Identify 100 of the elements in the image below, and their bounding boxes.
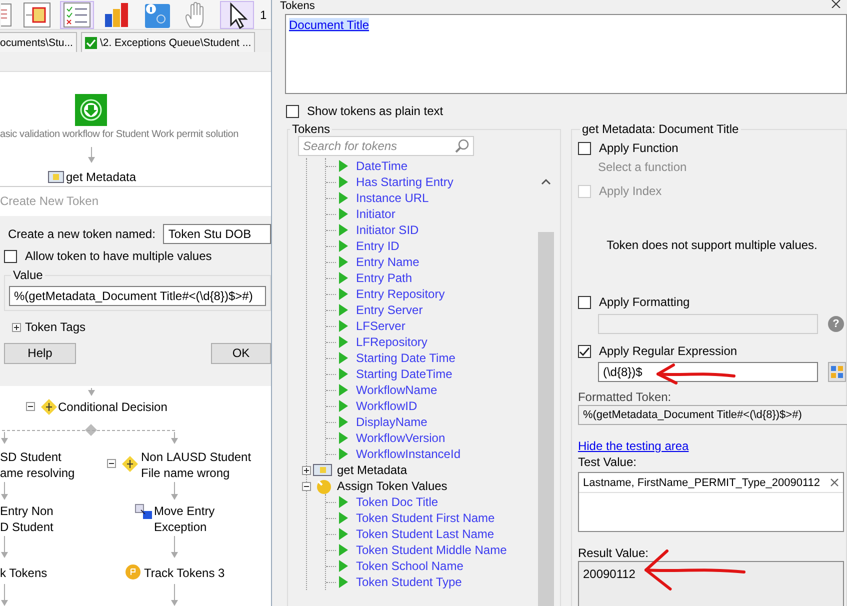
tree-item[interactable]: Token Doc Title (356, 494, 438, 510)
connector-arrow (171, 482, 178, 500)
connector-arrow (1, 482, 8, 500)
tree-item[interactable]: Token Student Last Name (356, 526, 494, 542)
checkbox[interactable] (286, 104, 299, 118)
token-link[interactable]: Document Title (289, 18, 370, 32)
input-field[interactable]: %(getMetadata_Document Title#<(\d{8})$>#) (9, 286, 266, 306)
tree-item[interactable]: Token Student First Name (356, 510, 495, 526)
tree-item[interactable]: Token Student Type (356, 574, 462, 590)
search-icon[interactable] (455, 139, 469, 153)
group-legend: Value (11, 268, 45, 282)
connector-arrow (1, 432, 8, 444)
checkbox[interactable] (578, 344, 591, 358)
tree-item[interactable]: Initiator SID (356, 222, 419, 238)
tree-item[interactable]: Starting DateTime (356, 366, 452, 382)
field-label: Result Value: (578, 545, 650, 561)
search-field[interactable]: Search for tokens (298, 136, 474, 156)
tree-item[interactable]: LFRepository (356, 334, 428, 350)
tree-item[interactable]: Entry Name (356, 254, 420, 270)
ok-button[interactable]: OK (211, 343, 271, 364)
help-button[interactable]: Help (4, 343, 76, 364)
input-field[interactable]: %(getMetadata_Document Title#<(\d{8})$>#) (578, 405, 847, 425)
checkbox-label: Show tokens as plain text (307, 103, 444, 119)
result-field: 20090112 (578, 561, 844, 606)
tree-item[interactable]: Token School Name (356, 558, 464, 574)
play-icon (338, 240, 348, 252)
hint-text: Select a function (598, 159, 688, 175)
tree-item[interactable]: Entry Path (356, 270, 412, 286)
diamond-icon (122, 456, 138, 472)
checkbox-label: Apply Function (598, 140, 678, 156)
tree-item[interactable]: Has Starting Entry (356, 174, 454, 190)
tree-item[interactable]: Instance URL (356, 190, 429, 206)
tree-item[interactable]: DisplayName (356, 414, 428, 430)
checkbox-label: Apply Formatting (598, 294, 690, 310)
clear-icon[interactable] (830, 478, 839, 487)
input-field[interactable]: Token Stu DOB (163, 224, 271, 244)
tree-item[interactable]: WorkflowName (356, 382, 438, 398)
activity-label: Non LAUSD Student File name wrong (141, 449, 252, 481)
input-field[interactable] (598, 314, 818, 334)
tree-item[interactable]: WorkflowID (356, 398, 418, 414)
checkbox[interactable] (578, 296, 591, 308)
close-icon[interactable] (831, 0, 841, 8)
play-icon (338, 512, 348, 524)
checkbox-label: Allow token to have multiple values (25, 248, 212, 264)
play-icon (338, 192, 348, 204)
toolbar-text: 1 (260, 6, 267, 22)
badge-icon (124, 564, 142, 580)
play-icon (338, 432, 348, 444)
toolbar-button[interactable] (60, 0, 94, 28)
activity-label: Track Tokens 3 (144, 565, 225, 581)
field-label: Formatted Token: (578, 389, 672, 405)
regex-button[interactable] (828, 362, 846, 382)
connector-arrow (88, 388, 95, 396)
field-label: Test Value: (578, 454, 638, 470)
toolbar-button[interactable] (220, 0, 254, 28)
play-icon (338, 224, 348, 236)
test-value-field[interactable]: Lastname, FirstName_PERMIT_Type_20090112 (578, 472, 844, 532)
tree-item[interactable]: Initiator (356, 206, 396, 222)
expander-icon[interactable] (107, 459, 116, 468)
tree-node[interactable]: get Metadata (337, 462, 408, 478)
group-legend: Tokens (290, 122, 332, 136)
play-icon (338, 160, 348, 172)
checkbox[interactable] (578, 142, 591, 154)
activity-label: Conditional Decision (58, 399, 168, 415)
expander-icon[interactable] (302, 466, 311, 474)
input-field[interactable]: (\d{8})$ (598, 362, 818, 382)
checkbox-label: Apply Regular Expression (598, 343, 738, 359)
activity-label: Move Entry Exception (154, 503, 215, 535)
tree-item[interactable]: LFServer (356, 318, 406, 334)
testing-link[interactable]: Hide the testing area (578, 439, 689, 453)
input-text: Lastname, FirstName_PERMIT_Type_20090112 (582, 476, 820, 490)
token-text-area[interactable]: Document Title (285, 14, 847, 94)
tree-node[interactable]: Assign Token Values (337, 478, 448, 494)
play-icon (338, 304, 348, 316)
connector-arrow (1, 584, 8, 606)
info-text: Token does not support multiple values. (606, 237, 818, 253)
document-tab[interactable]: \2. Exceptions Queue\Student ... (80, 32, 256, 52)
tree-item[interactable]: WorkflowInstanceId (356, 446, 460, 462)
activity-label: Entry Non D Student (0, 503, 54, 535)
play-icon (338, 528, 348, 540)
tree-item[interactable]: Entry ID (356, 238, 400, 254)
expander-icon[interactable] (302, 482, 311, 490)
tree-item[interactable]: Entry Server (356, 302, 423, 318)
tree-item[interactable]: Token Student Middle Name (356, 542, 507, 558)
expander-icon[interactable] (26, 402, 35, 411)
help-icon[interactable]: ? (828, 316, 844, 332)
expander-icon[interactable] (12, 322, 21, 332)
field-label: Create a new token named: (7, 226, 156, 242)
tree-item[interactable]: WorkflowVersion (356, 430, 446, 446)
tree-item[interactable]: Entry Repository (356, 286, 445, 302)
checkbox[interactable] (4, 250, 17, 262)
tree-item[interactable]: DateTime (356, 158, 408, 174)
activity-label: SD Student ame resolving (0, 449, 75, 481)
play-icon (338, 272, 348, 284)
group-legend: get Metadata: Document Title (580, 122, 741, 136)
move-icon (135, 504, 153, 520)
tree-item[interactable]: Starting Date Time (356, 350, 456, 366)
play-icon (338, 496, 348, 508)
activity-label: k Tokens (0, 565, 48, 581)
document-tab[interactable]: ocuments\Stu... (0, 32, 77, 52)
